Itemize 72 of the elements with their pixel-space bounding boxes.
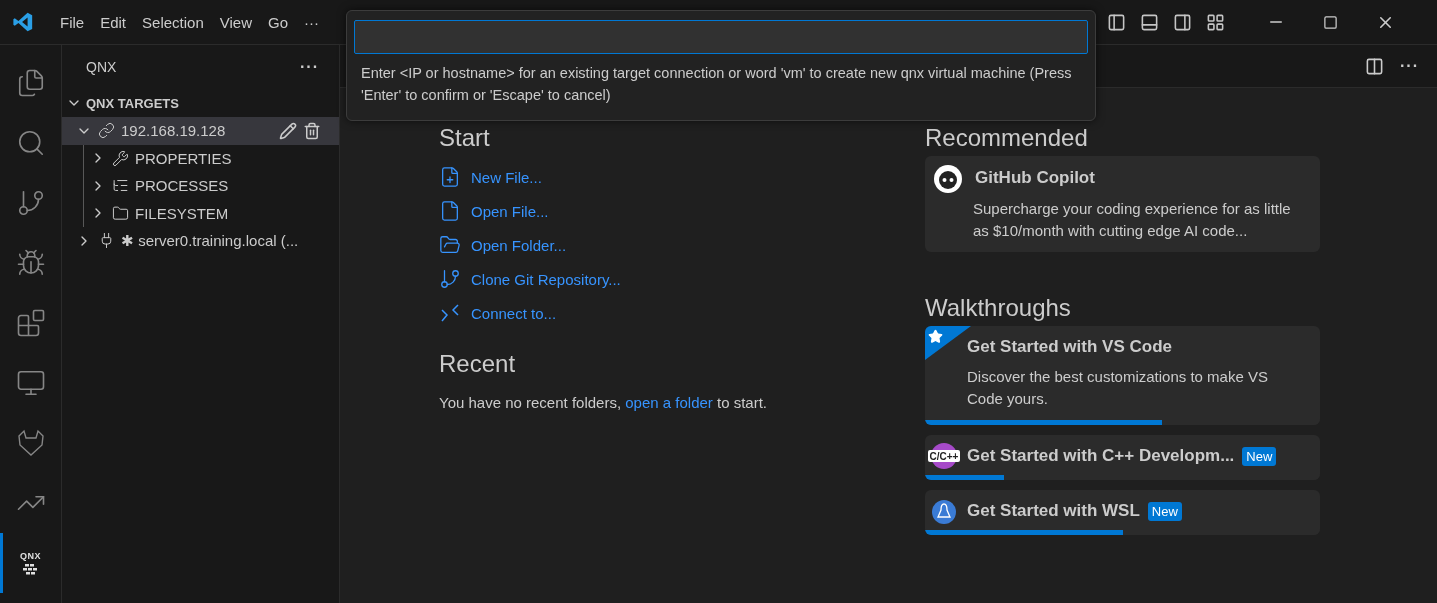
file-icon [439, 200, 461, 222]
walkthrough-title: Get Started with WSL [967, 501, 1140, 521]
section-title: QNX TARGETS [86, 95, 179, 111]
folder-open-icon [439, 234, 461, 256]
panel-left-icon[interactable] [1107, 12, 1126, 32]
trash-icon[interactable] [303, 121, 321, 140]
app-logo [12, 11, 34, 33]
target-label: 192.168.19.128 [121, 122, 226, 140]
tree-row[interactable]: 192.168.19.128 [62, 117, 339, 145]
input-hint: Enter <IP or hostname> for an existing target connection or word 'vm' to create new qnx virtual machine (Press 'Enter' to confirm or 'Escape' to cancel) [360, 64, 1073, 105]
menu-item[interactable]: Edit [92, 9, 135, 35]
walkthrough-title: Get Started with C++ Developm... [967, 446, 1235, 466]
section-header[interactable]: QNX TARGETS [62, 89, 339, 117]
tree-row[interactable]: PROCESSES [84, 172, 339, 200]
panel-right-icon[interactable] [1173, 12, 1192, 32]
menu-item[interactable]: Selection [134, 9, 212, 35]
activity-item[interactable]: QNX [0, 533, 58, 593]
layout-icon[interactable] [1206, 12, 1225, 32]
panel-bottom-icon[interactable] [1140, 12, 1159, 32]
pencil-icon[interactable] [279, 121, 297, 140]
file-plus-icon [439, 166, 461, 188]
link-icon [98, 122, 115, 140]
node-label: FILESYSTEM [135, 204, 229, 222]
fox-head-icon [15, 428, 46, 458]
bug-icon [15, 248, 46, 278]
target-label: ✱ server0.training.local (... [121, 231, 299, 250]
section-heading: Recommended [925, 123, 1089, 153]
recent-text: You have no recent folders, open a folder to start. [439, 394, 768, 411]
more-actions[interactable]: ··· [300, 58, 319, 76]
maximize-icon[interactable] [1323, 14, 1338, 30]
menu-item[interactable]: File [52, 9, 93, 35]
walkthrough-card[interactable]: Get Started with WSL New [925, 490, 1320, 535]
walkthrough-card[interactable]: C/C++ Get Started with C++ Developm... New [925, 435, 1320, 480]
tree-row[interactable]: FILESYSTEM [84, 199, 339, 227]
node-label: PROCESSES [135, 177, 229, 195]
walkthrough-card[interactable]: Get Started with VS Code Discover the best customizations to make VS Code yours. [925, 326, 1320, 425]
menu-item[interactable]: View [211, 9, 260, 35]
remote-arrows-icon [439, 302, 461, 324]
menu-item[interactable]: ··· [296, 9, 327, 35]
blocks-icon [15, 308, 46, 338]
start-link[interactable]: Connect to... [439, 296, 557, 330]
branch-icon [439, 268, 461, 290]
sidebar-title: QNX [86, 59, 117, 75]
start-link[interactable]: Open File... [439, 194, 549, 228]
new-badge: New [1147, 501, 1182, 521]
dots-icon [21, 563, 40, 575]
recommendation-card[interactable]: GitHub Copilot Supercharge your coding experience for as little as $10/month with cutting edge AI code... [925, 156, 1320, 252]
tree-row[interactable]: PROPERTIES [84, 144, 339, 172]
tree-row[interactable]: ✱ server0.training.local (... [62, 227, 339, 255]
walkthrough-description: Discover the best customizations to make VS Code yours. [966, 367, 1269, 409]
qnx-logo-text: QNX [20, 551, 41, 561]
section-heading: Walkthroughs [925, 293, 1072, 323]
card-description: Supercharge your coding experience for as little as $10/month with cutting edge AI code... [972, 199, 1292, 241]
walkthrough-title: Get Started with VS Code [967, 337, 1172, 357]
start-link[interactable]: Clone Git Repository... [439, 262, 621, 296]
section-heading: Recent [439, 349, 517, 379]
new-badge: New [1242, 446, 1277, 466]
card-title: GitHub Copilot [975, 168, 1095, 188]
split-editor-icon[interactable] [1365, 56, 1384, 76]
start-link[interactable]: New File... [439, 160, 542, 194]
menu-item[interactable]: Go [260, 9, 296, 35]
node-label: PROPERTIES [135, 149, 232, 167]
start-link[interactable]: Open Folder... [439, 228, 567, 262]
copilot-icon [933, 164, 963, 194]
cpp-icon: C/C++ [928, 442, 960, 470]
monitor-icon [15, 368, 46, 398]
section-heading: Start [439, 123, 491, 153]
input-field[interactable] [354, 20, 1088, 54]
open-folder-link[interactable]: open a folder [625, 394, 713, 411]
more-actions[interactable]: ··· [1400, 57, 1419, 75]
wrench-icon [112, 149, 129, 167]
folder-icon [112, 204, 129, 222]
